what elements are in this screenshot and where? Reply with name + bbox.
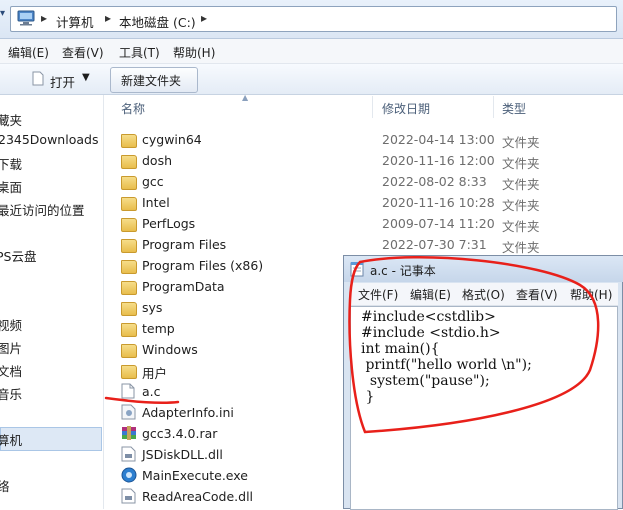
column-header-type[interactable]: 类型 <box>502 100 526 117</box>
notepad-menu-file[interactable]: 文件(F) <box>358 286 398 303</box>
breadcrumb-local-disk[interactable]: 本地磁盘 (C:) <box>119 12 196 31</box>
dll-file-icon <box>121 446 139 464</box>
file-date: 2020-11-16 12:00 <box>382 153 495 168</box>
file-name: PerfLogs <box>142 216 196 231</box>
file-date: 2022-07-30 7:31 <box>382 237 487 252</box>
file-name: JSDiskDLL.dll <box>142 447 223 462</box>
file-row[interactable]: Program Files 2022-07-30 7:31 文件夹 <box>0 236 623 256</box>
file-name: Program Files (x86) <box>142 258 264 273</box>
file-name: ProgramData <box>142 279 225 294</box>
breadcrumb-separator: ▸ <box>201 11 208 25</box>
file-row[interactable]: dosh 2020-11-16 12:00 文件夹 <box>0 152 623 172</box>
address-input[interactable]: ▸ 计算机 ▸ 本地磁盘 (C:) ▸ <box>10 6 617 32</box>
file-type: 文件夹 <box>502 219 540 234</box>
open-button[interactable]: 打开 ▼ <box>28 67 98 91</box>
menu-tools[interactable]: 工具(T) <box>119 44 160 61</box>
chevron-down-icon[interactable]: ▼ <box>82 72 90 83</box>
file-name: MainExecute.exe <box>142 468 248 483</box>
nav-item-favorites[interactable]: 藏夹 <box>0 110 22 129</box>
folder-icon <box>121 320 139 338</box>
file-name: AdapterInfo.ini <box>142 405 234 420</box>
folder-icon <box>121 236 139 254</box>
folder-icon <box>121 341 139 359</box>
notepad-title: a.c - 记事本 <box>370 264 436 278</box>
folder-icon <box>121 362 139 380</box>
file-type: 文件夹 <box>502 198 540 213</box>
menu-bar: 编辑(E) 查看(V) 工具(T) 帮助(H) <box>0 39 623 64</box>
folder-icon <box>121 173 139 191</box>
file-date: 2009-07-14 11:20 <box>382 216 495 231</box>
open-button-label: 打开 <box>50 75 76 90</box>
file-row[interactable]: cygwin64 2022-04-14 13:00 文件夹 <box>0 131 623 151</box>
file-row[interactable]: gcc 2022-08-02 8:33 文件夹 <box>0 173 623 193</box>
folder-icon <box>121 152 139 170</box>
file-row[interactable]: PerfLogs 2009-07-14 11:20 文件夹 <box>0 215 623 235</box>
text-file-icon <box>121 383 139 401</box>
file-name: Program Files <box>142 237 227 252</box>
notepad-window[interactable]: a.c - 记事本 文件(F) 编辑(E) 格式(O) 查看(V) 帮助(H) … <box>343 255 623 510</box>
notepad-title-bar[interactable]: a.c - 记事本 <box>344 256 623 282</box>
file-type: 文件夹 <box>502 156 540 171</box>
new-folder-label: 新建文件夹 <box>121 74 182 88</box>
file-name: Intel <box>142 195 170 210</box>
code-line: } <box>361 389 375 405</box>
code-line: #include<cstdlib> <box>361 309 496 325</box>
file-name: temp <box>142 321 175 336</box>
code-line: #include <stdio.h> <box>361 325 501 341</box>
file-name: a.c <box>142 384 161 399</box>
menu-edit[interactable]: 编辑(E) <box>8 44 49 61</box>
notepad-text-area[interactable]: #include<cstdlib> #include <stdio.h> int… <box>350 306 618 510</box>
file-name: sys <box>142 300 163 315</box>
notepad-icon <box>350 262 364 277</box>
column-header-date[interactable]: 修改日期 <box>382 100 430 117</box>
file-name: cygwin64 <box>142 132 202 147</box>
file-name: gcc <box>142 174 164 189</box>
code-line: printf("hello world \n"); <box>361 357 532 373</box>
file-type: 文件夹 <box>502 240 540 255</box>
file-name: Windows <box>142 342 198 357</box>
file-row[interactable]: Intel 2020-11-16 10:28 文件夹 <box>0 194 623 214</box>
ini-file-icon <box>121 404 139 422</box>
column-header-name[interactable]: 名称 <box>121 100 145 117</box>
file-name: dosh <box>142 153 173 168</box>
folder-icon <box>121 257 139 275</box>
file-type: 文件夹 <box>502 135 540 150</box>
folder-icon <box>121 278 139 296</box>
folder-icon <box>121 299 139 317</box>
sort-up-icon: ▲ <box>242 93 249 102</box>
file-date: 2022-08-02 8:33 <box>382 174 487 189</box>
code-line: system("pause"); <box>361 373 490 389</box>
folder-icon <box>121 194 139 212</box>
file-type: 文件夹 <box>502 177 540 192</box>
column-divider[interactable] <box>372 96 373 118</box>
rar-archive-icon <box>121 425 139 443</box>
toolbar: 打开 ▼ 新建文件夹 <box>0 64 623 95</box>
file-icon <box>32 71 44 86</box>
breadcrumb-separator: ▸ <box>105 11 112 25</box>
breadcrumb-separator: ▸ <box>41 11 48 25</box>
notepad-menu-format[interactable]: 格式(O) <box>462 286 505 303</box>
column-divider[interactable] <box>493 96 494 118</box>
notepad-menu-bar: 文件(F) 编辑(E) 格式(O) 查看(V) 帮助(H) <box>350 283 618 306</box>
file-name: ReadAreaCode.dll <box>142 489 254 504</box>
menu-help[interactable]: 帮助(H) <box>173 44 215 61</box>
new-folder-button[interactable]: 新建文件夹 <box>110 67 198 93</box>
address-bar: ▾ ▸ 计算机 ▸ 本地磁盘 (C:) ▸ <box>0 0 623 39</box>
folder-icon <box>121 131 139 149</box>
notepad-menu-edit[interactable]: 编辑(E) <box>410 286 451 303</box>
folder-icon <box>121 215 139 233</box>
code-line: int main(){ <box>361 341 440 357</box>
dll-file-icon <box>121 488 139 506</box>
menu-view[interactable]: 查看(V) <box>62 44 104 61</box>
file-name: 用户 <box>142 366 168 381</box>
computer-icon <box>17 10 35 26</box>
exe-file-icon <box>121 467 139 485</box>
file-name: gcc3.4.0.rar <box>142 426 218 441</box>
breadcrumb-computer[interactable]: 计算机 <box>56 12 94 31</box>
file-date: 2022-04-14 13:00 <box>382 132 495 147</box>
file-date: 2020-11-16 10:28 <box>382 195 495 210</box>
chevron-down-icon[interactable]: ▾ <box>0 8 10 26</box>
notepad-menu-view[interactable]: 查看(V) <box>516 286 558 303</box>
notepad-menu-help[interactable]: 帮助(H) <box>570 286 612 303</box>
